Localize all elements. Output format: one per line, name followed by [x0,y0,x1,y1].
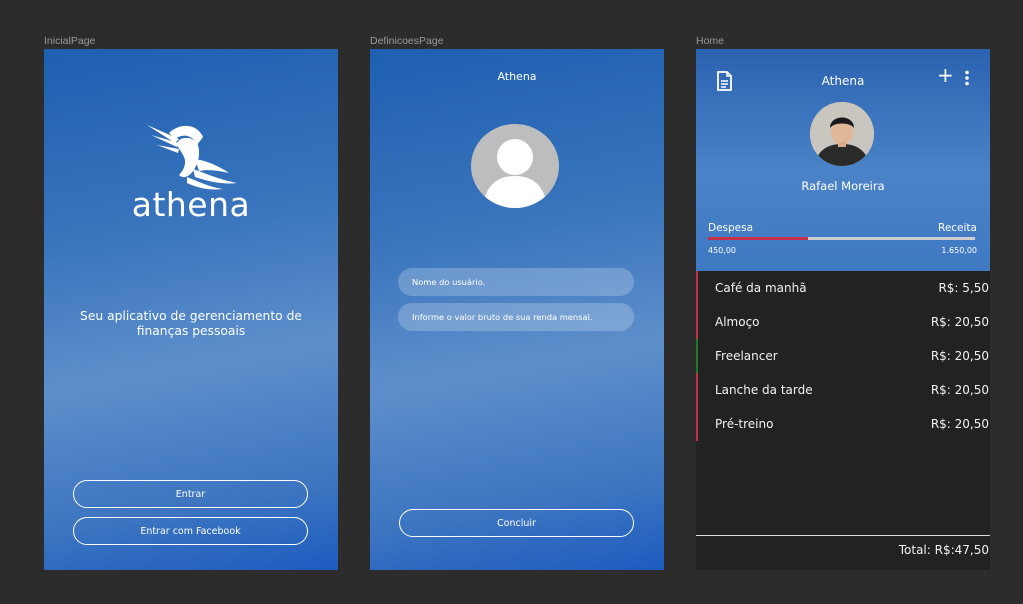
user-name: Rafael Moreira [801,179,885,193]
conclude-button[interactable]: Concluir [399,509,634,537]
transaction-amount: R$: 20,50 [930,383,989,397]
frame-label-inicial: InicialPage [44,35,96,47]
transaction-type-marker [696,339,698,373]
list-item[interactable]: Café da manhã R$: 5,50 [696,271,990,305]
enter-facebook-button[interactable]: Entrar com Facebook [73,517,308,545]
tagline-line-1: Seu aplicativo de gerenciamento de [80,309,302,323]
avatar-placeholder[interactable] [471,124,559,208]
expense-value: 450,00 [708,246,736,255]
logo-text: athena [131,185,251,224]
transaction-type-marker [696,373,698,407]
tagline-line-2: finanças pessoais [136,324,246,338]
definicoes-page: Athena Nome do usuário. Informe o valor … [370,49,664,570]
logo: athena [44,119,338,224]
profile-photo [810,102,874,166]
tagline: Seu aplicativo de gerenciamento de finan… [74,309,308,339]
home-header: Athena + Rafael Moreira Despesa Receita … [696,49,990,271]
transaction-amount: R$: 20,50 [930,417,989,431]
total-divider [696,535,990,536]
income-label: Receita [938,222,977,234]
transaction-name: Pré-treino [715,417,774,431]
transaction-type-marker [696,271,698,305]
home-page: Athena + Rafael Moreira Despesa Receita … [696,49,990,570]
avatar[interactable] [810,102,874,166]
list-item[interactable]: Freelancer R$: 20,50 [696,339,990,373]
income-value: 1.650,00 [941,246,977,255]
transaction-type-marker [696,305,698,339]
expense-label: Despesa [708,222,754,234]
transaction-name: Freelancer [715,349,778,363]
frame-label-definicoes: DefinicoesPage [370,35,444,47]
user-placeholder-icon [483,139,547,208]
transaction-type-marker [696,407,698,441]
inicial-page: athena Seu aplicativo de gerenciamento d… [44,49,338,570]
plus-icon[interactable]: + [937,65,954,85]
list-item[interactable]: Pré-treino R$: 20,50 [696,407,990,441]
transaction-name: Lanche da tarde [715,383,813,397]
transaction-amount: R$: 5,50 [938,281,989,295]
list-item[interactable]: Lanche da tarde R$: 20,50 [696,373,990,407]
list-item[interactable]: Almoço R$: 20,50 [696,305,990,339]
expense-bar-fill [708,237,809,240]
income-input[interactable]: Informe o valor bruto de sua renda mensa… [398,303,634,331]
total-amount: Total: R$:47,50 [898,543,989,557]
enter-button[interactable]: Entrar [73,480,308,508]
transaction-name: Almoço [715,315,760,329]
username-input[interactable]: Nome do usuário. [398,268,634,296]
transaction-name: Café da manhã [715,281,807,295]
athena-helmet-icon [147,125,237,190]
more-vertical-icon[interactable] [964,70,970,86]
page-title: Athena [497,70,537,83]
transaction-amount: R$: 20,50 [930,315,989,329]
transaction-amount: R$: 20,50 [930,349,989,363]
balance-bar [708,237,975,240]
frame-label-home: Home [696,35,725,47]
